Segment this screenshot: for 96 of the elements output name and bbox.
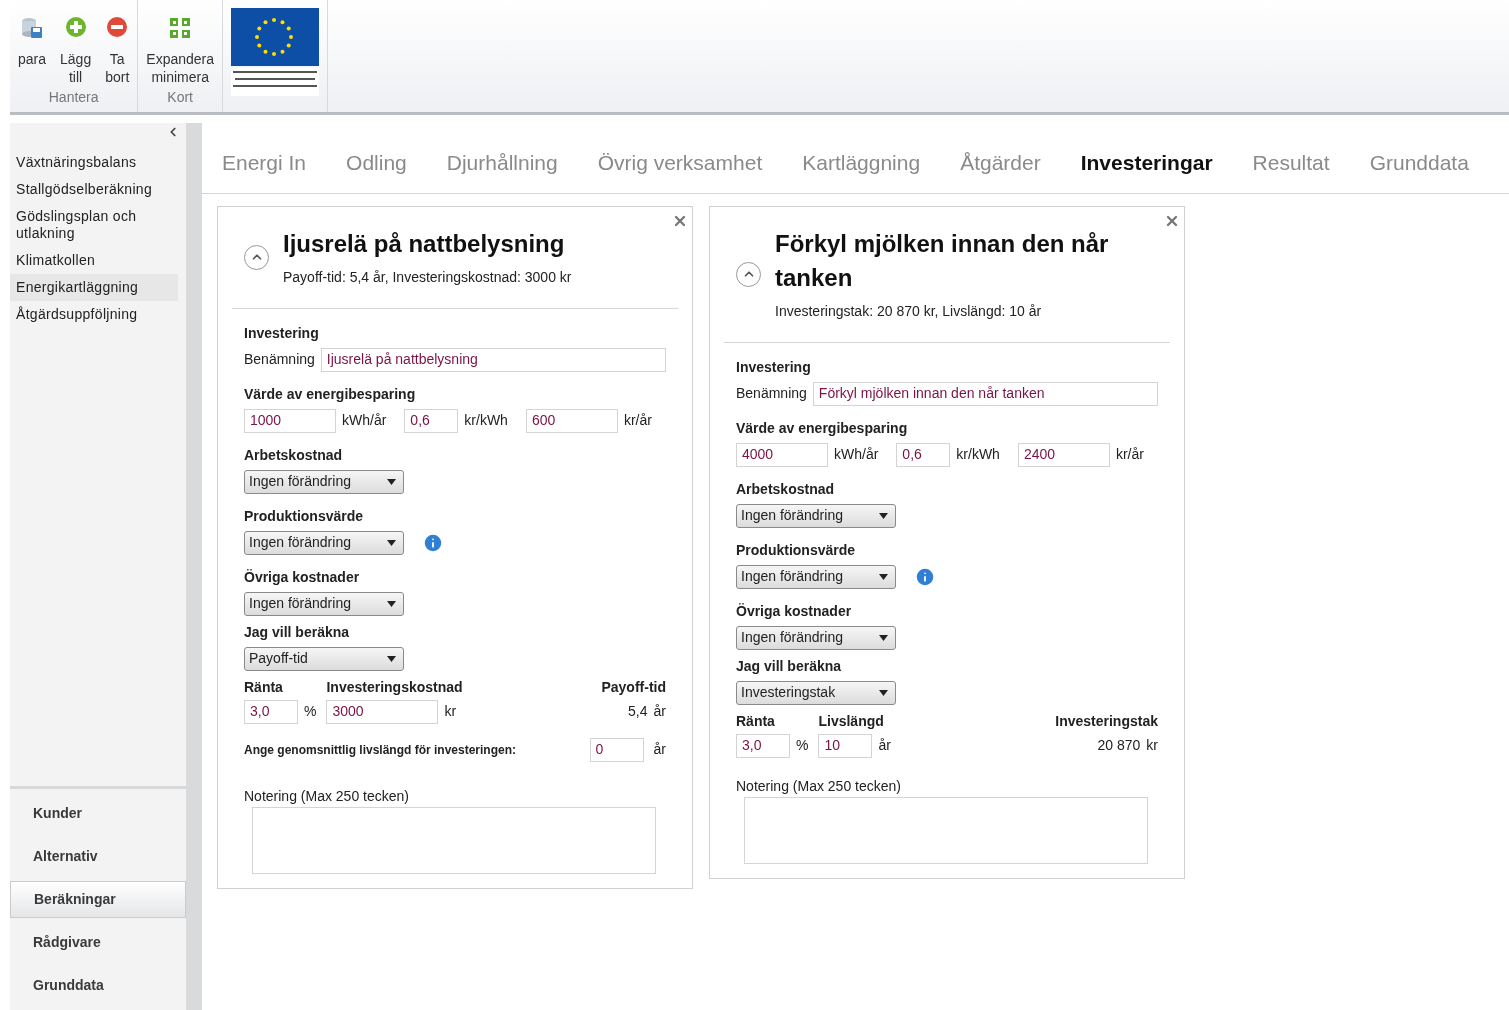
section-heading: Investering (736, 357, 812, 377)
dropdown-arrow-icon (879, 689, 888, 696)
field-label: Arbetskostnad (244, 445, 344, 465)
unit-label: kr/år (623, 411, 652, 430)
number-field[interactable]: 600 (525, 408, 618, 433)
section-heading: Investering (244, 323, 320, 343)
ribbon-button[interactable]: Expandera minimera (142, 16, 219, 87)
sidebar-item[interactable]: Stallgödselberäkning (10, 176, 178, 203)
nav-button[interactable]: Kunder (10, 795, 186, 832)
field-label: Benämning (736, 384, 807, 403)
unit-label: kWh/år (834, 445, 879, 464)
nav-button[interactable]: Beräkningar (10, 881, 186, 918)
dropdown-arrow-icon (879, 573, 888, 580)
result-value: 5,4 (628, 702, 648, 721)
number-field[interactable]: 2400 (1017, 442, 1110, 467)
unit-label: kr/år (1115, 445, 1144, 464)
number-field[interactable]: 3,0 (244, 699, 298, 724)
sidebar-item[interactable]: Åtgärdsuppföljning (10, 301, 178, 328)
unit-label: år (653, 740, 666, 759)
unit-label: kr (444, 702, 457, 721)
field-label: Jag vill beräkna (244, 622, 351, 642)
tab[interactable]: Investeringar (1080, 147, 1213, 179)
sidebar-item[interactable]: Växtnäringsbalans (10, 149, 178, 176)
dropdown-arrow-icon (879, 634, 888, 641)
nav-button[interactable]: Alternativ (10, 838, 186, 875)
field-label: Investeringskostnad (326, 677, 463, 697)
field-label: Ränta (736, 711, 776, 731)
unit-label: kr (1146, 736, 1158, 755)
field-label: Produktionsvärde (736, 540, 857, 560)
field-label: Benämning (244, 350, 315, 369)
dropdown[interactable]: Ingen förändring (736, 503, 896, 528)
field-label: Övriga kostnader (244, 567, 361, 587)
card-summary: Investeringstak: 20 870 kr, Livslängd: 10 år (775, 301, 1043, 321)
sidebar-item[interactable]: Gödslingsplan och utlakning (10, 203, 178, 247)
unit-label: kWh/år (342, 411, 387, 430)
number-field[interactable]: 4000 (736, 442, 828, 467)
ribbon-button[interactable]: Lägg till (56, 16, 96, 87)
sidebar-item[interactable]: Energikartläggning (10, 274, 178, 301)
unit-label: % (796, 736, 809, 755)
unit-label: kr/kWh (464, 411, 508, 430)
card-summary: Payoff-tid: 5,4 år, Investeringskostnad: 3000 kr (283, 267, 572, 287)
dropdown-arrow-icon (387, 600, 396, 607)
field-label: Ange genomsnittlig livslängd för investeringen: (244, 741, 517, 759)
field-label: Ränta (244, 677, 284, 697)
name-field[interactable]: Förkyl mjölken innan den når tanken (812, 381, 1158, 406)
number-field[interactable]: 0 (589, 737, 644, 762)
database-save-icon (20, 16, 44, 40)
field-label: Notering (Max 250 tecken) (736, 776, 902, 796)
info-icon[interactable] (422, 531, 444, 554)
field-label: Värde av energibesparing (736, 418, 909, 438)
number-field[interactable]: 1000 (244, 408, 336, 433)
dropdown[interactable]: Ingen förändring (244, 530, 404, 555)
number-field[interactable]: 3000 (326, 699, 439, 724)
unit-label: kr/kWh (956, 445, 1000, 464)
name-field[interactable]: Ijusrelä på nattbelysning (320, 347, 666, 372)
number-field[interactable]: 0,6 (404, 408, 459, 433)
ribbon-button[interactable]: Ta bort (101, 16, 134, 87)
dropdown[interactable]: Payoff-tid (244, 646, 404, 671)
result-value: 20 870 (1097, 736, 1141, 755)
unit-label: år (653, 702, 666, 721)
dropdown-arrow-icon (387, 655, 396, 662)
nav-button[interactable]: Grunddata (10, 967, 186, 1004)
sidebar-item[interactable]: Klimatkollen (10, 247, 178, 274)
number-field[interactable]: 10 (818, 733, 873, 758)
number-field[interactable]: 3,0 (736, 733, 790, 758)
number-field[interactable]: 0,6 (896, 442, 951, 467)
card-title: Förkyl mjölken innan den når tanken (775, 228, 1110, 293)
plus-circle-icon (64, 16, 87, 38)
info-icon[interactable] (914, 565, 936, 588)
unit-label: % (304, 702, 317, 721)
dropdown-arrow-icon (879, 512, 888, 519)
field-label: Arbetskostnad (736, 479, 836, 499)
field-label: Övriga kostnader (736, 601, 853, 621)
field-label: Livslängd (818, 711, 885, 731)
dropdown[interactable]: Ingen förändring (244, 469, 404, 494)
field-label: Produktionsvärde (244, 506, 365, 526)
dropdown[interactable]: Ingen förändring (736, 625, 896, 650)
ribbon-button[interactable]: para (14, 16, 51, 87)
field-label: Jag vill beräkna (736, 656, 843, 676)
nav-button[interactable]: Rådgivare (10, 924, 186, 961)
field-label: Payoff-tid (601, 677, 666, 697)
card-title: Ijusrelä på nattbelysning (283, 228, 566, 259)
dropdown[interactable]: Investeringstak (736, 680, 896, 705)
unit-label: år (878, 736, 891, 755)
dropdown[interactable]: Ingen förändring (736, 564, 896, 589)
note-field[interactable] (744, 796, 1148, 864)
dropdown[interactable]: Ingen förändring (244, 591, 404, 616)
group-label: Kort (167, 88, 193, 107)
field-label: Investeringstak (1055, 711, 1158, 731)
field-label: Värde av energibesparing (244, 384, 417, 404)
dropdown-arrow-icon (387, 478, 396, 485)
field-label: Notering (Max 250 tecken) (244, 786, 410, 806)
note-field[interactable] (252, 806, 656, 874)
group-label: Hantera (48, 88, 99, 107)
minus-circle-icon (106, 16, 129, 38)
dropdown-arrow-icon (387, 539, 396, 546)
